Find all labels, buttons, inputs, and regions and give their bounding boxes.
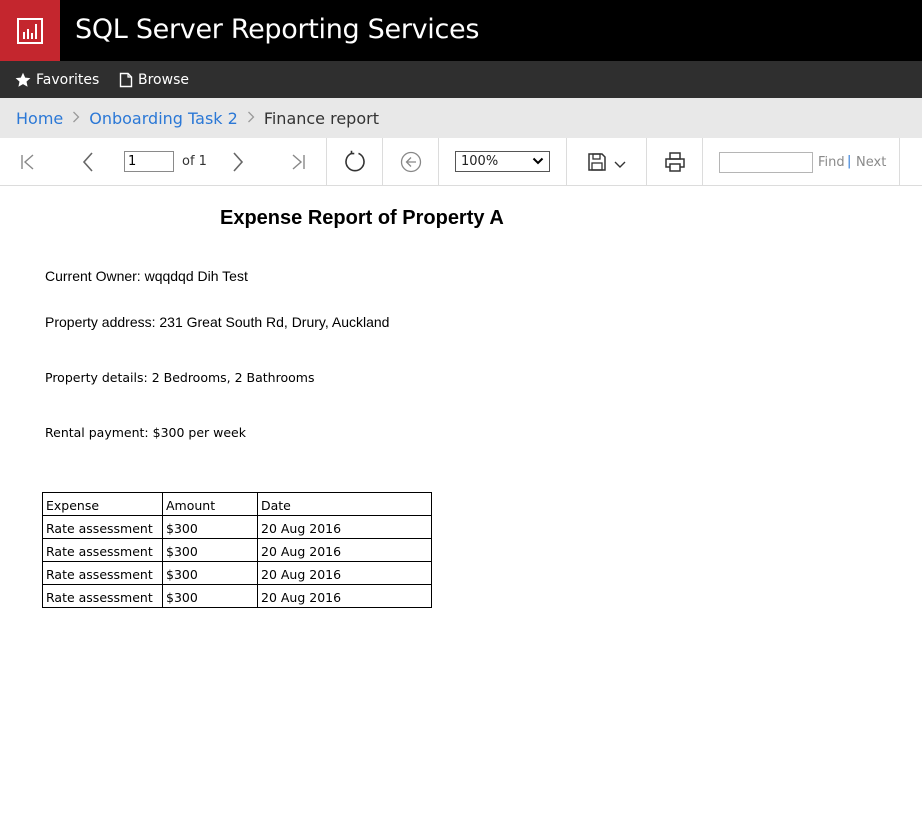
cell-expense: Rate assessment	[42, 515, 163, 539]
browse-nav-item[interactable]: Browse	[119, 61, 189, 98]
chevron-down-icon	[532, 157, 544, 165]
first-page-button[interactable]	[14, 148, 42, 176]
cell-amount: $300	[162, 538, 258, 562]
last-page-button[interactable]	[284, 148, 312, 176]
nav-bar: Favorites Browse	[0, 61, 922, 98]
address-field: Property address: 231 Great South Rd, Dr…	[45, 314, 390, 330]
owner-field: Current Owner: wqqdqd Dih Test	[45, 268, 248, 284]
toolbar-divider	[326, 138, 327, 185]
breadcrumb-folder[interactable]: Onboarding Task 2	[89, 109, 238, 128]
table-row: Rate assessment $300 20 Aug 2016	[42, 515, 432, 539]
toolbar-divider	[438, 138, 439, 185]
find-separator: |	[847, 154, 852, 169]
previous-page-icon	[82, 152, 93, 172]
page-count-label: of 1	[182, 154, 207, 169]
table-row: Rate assessment $300 20 Aug 2016	[42, 538, 432, 562]
chevron-right-icon	[72, 109, 80, 127]
reporting-logo-icon[interactable]	[0, 0, 60, 61]
header-expense: Expense	[42, 492, 163, 516]
export-button[interactable]	[584, 148, 630, 176]
back-button[interactable]	[397, 148, 425, 176]
cell-amount: $300	[162, 584, 258, 608]
breadcrumb: Home Onboarding Task 2 Finance report	[0, 98, 922, 138]
print-button[interactable]	[661, 148, 689, 176]
toolbar-divider	[566, 138, 567, 185]
header-date: Date	[257, 492, 432, 516]
favorites-label: Favorites	[36, 71, 100, 88]
refresh-button[interactable]	[341, 148, 369, 176]
table-row: Rate assessment $300 20 Aug 2016	[42, 584, 432, 608]
cell-date: 20 Aug 2016	[257, 515, 432, 539]
table-header-row: Expense Amount Date	[42, 492, 432, 516]
next-page-button[interactable]	[224, 148, 252, 176]
breadcrumb-current: Finance report	[263, 108, 379, 128]
page-number-input[interactable]	[124, 151, 174, 172]
cell-date: 20 Aug 2016	[257, 584, 432, 608]
find-input[interactable]	[719, 152, 813, 173]
toolbar-divider	[646, 138, 647, 185]
previous-page-button[interactable]	[74, 148, 102, 176]
cell-date: 20 Aug 2016	[257, 561, 432, 585]
next-page-icon	[233, 152, 244, 172]
cell-amount: $300	[162, 515, 258, 539]
details-field: Property details: 2 Bedrooms, 2 Bathroom…	[45, 370, 315, 385]
toolbar-divider	[899, 138, 900, 185]
cell-expense: Rate assessment	[42, 561, 163, 585]
expense-table: Expense Amount Date Rate assessment $300…	[42, 492, 432, 608]
zoom-value: 100%	[461, 154, 499, 169]
toolbar-divider	[702, 138, 703, 185]
back-icon	[400, 151, 422, 173]
cell-amount: $300	[162, 561, 258, 585]
zoom-select[interactable]: 100%	[455, 151, 550, 172]
find-next-link[interactable]: Next	[856, 155, 886, 170]
title-bar: SQL Server Reporting Services	[0, 0, 922, 61]
cell-expense: Rate assessment	[42, 584, 163, 608]
save-icon	[588, 153, 606, 171]
last-page-icon	[292, 154, 305, 170]
app-title: SQL Server Reporting Services	[75, 14, 480, 45]
browse-label: Browse	[138, 71, 189, 88]
chevron-right-icon	[247, 109, 255, 127]
toolbar-divider	[382, 138, 383, 185]
table-row: Rate assessment $300 20 Aug 2016	[42, 561, 432, 585]
favorites-nav-item[interactable]: Favorites	[15, 61, 99, 98]
star-icon	[15, 72, 31, 87]
cell-expense: Rate assessment	[42, 538, 163, 562]
header-amount: Amount	[162, 492, 258, 516]
refresh-icon	[345, 150, 365, 172]
breadcrumb-home[interactable]: Home	[16, 109, 63, 128]
print-icon	[665, 152, 685, 172]
chevron-down-icon	[614, 161, 626, 168]
cell-date: 20 Aug 2016	[257, 538, 432, 562]
report-title: Expense Report of Property A	[220, 207, 504, 229]
find-link[interactable]: Find	[818, 155, 845, 170]
first-page-icon	[21, 154, 34, 170]
document-icon	[119, 72, 133, 87]
rental-field: Rental payment: $300 per week	[45, 425, 246, 440]
